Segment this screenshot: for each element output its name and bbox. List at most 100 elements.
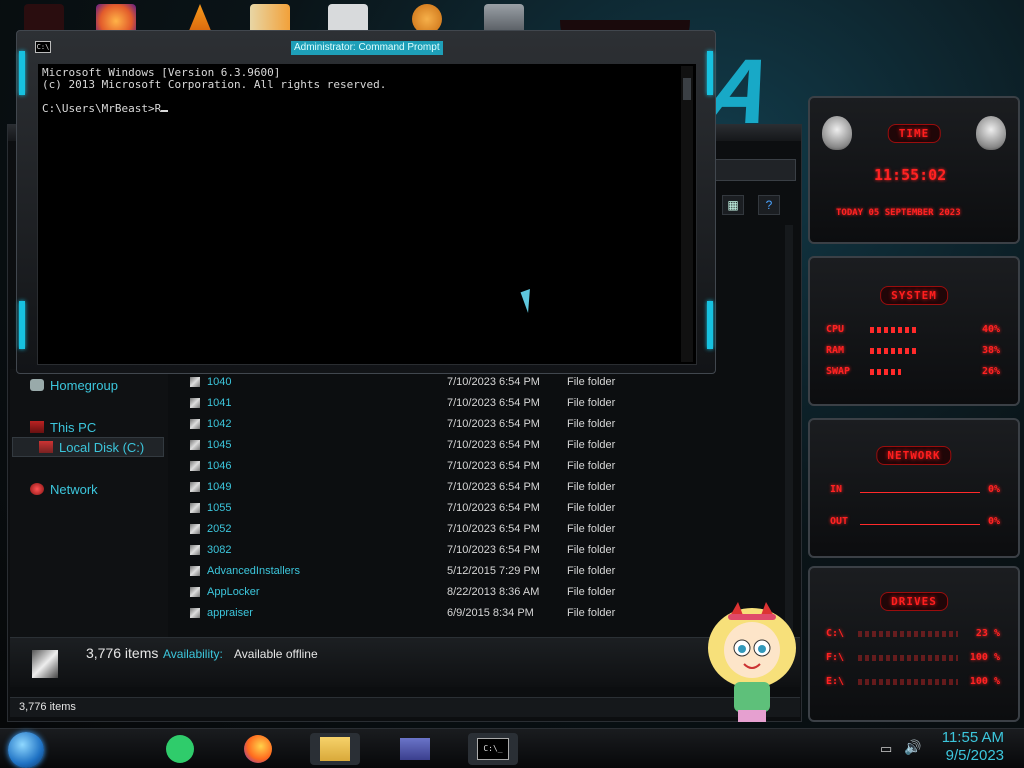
folder-icon xyxy=(190,565,200,576)
file-date: 7/10/2023 6:54 PM xyxy=(447,480,540,493)
nav-local-disk[interactable]: Local Disk (C:) xyxy=(12,437,164,457)
file-row[interactable]: appraiser 6/9/2015 8:34 PM File folder xyxy=(168,602,768,623)
file-row[interactable]: 1055 7/10/2023 6:54 PM File folder xyxy=(168,497,768,518)
frame-glow xyxy=(19,301,25,349)
folder-icon xyxy=(190,397,200,408)
drive-icon xyxy=(39,441,53,453)
drive-usage-bar xyxy=(858,631,958,637)
file-name: 3082 xyxy=(207,543,232,556)
computer-icon xyxy=(30,421,44,433)
file-row[interactable]: 1049 7/10/2023 6:54 PM File folder xyxy=(168,476,768,497)
file-name: 1045 xyxy=(207,438,232,451)
taskbar: C:\_ ▭ 🔊 11:55 AM 9/5/2023 xyxy=(0,728,1024,768)
frame-glow xyxy=(19,51,25,95)
taskbar-firefox[interactable] xyxy=(238,733,278,765)
file-name: 1055 xyxy=(207,501,232,514)
command-prompt-window: C:\ Administrator: Command Prompt Micros… xyxy=(16,30,716,374)
availability-value: Available offline xyxy=(234,647,318,661)
file-name: AppLocker xyxy=(207,585,260,598)
file-type: File folder xyxy=(567,438,616,451)
taskbar-notes-app[interactable] xyxy=(160,733,200,765)
taskbar-control-panel[interactable] xyxy=(390,733,440,765)
file-type: File folder xyxy=(567,522,616,535)
alien-head-icon xyxy=(976,116,1006,150)
file-type: File folder xyxy=(567,396,616,409)
file-name: 1049 xyxy=(207,480,232,493)
file-name: 1040 xyxy=(207,375,232,388)
file-type: File folder xyxy=(567,417,616,430)
file-row[interactable]: AdvancedInstallers 5/12/2015 7:29 PM File … xyxy=(168,560,768,581)
file-name: 1042 xyxy=(207,417,232,430)
scrollbar-thumb[interactable] xyxy=(683,78,691,100)
cmd-icon[interactable]: C:\ xyxy=(35,41,51,53)
time-clock: 11:55:02 xyxy=(874,166,947,184)
file-name: 1041 xyxy=(207,396,232,409)
view-pane-icon[interactable]: ▦ xyxy=(722,195,744,215)
homegroup-icon xyxy=(30,379,44,391)
file-date: 8/22/2013 8:36 AM xyxy=(447,585,540,598)
file-date: 7/10/2023 6:54 PM xyxy=(447,501,540,514)
time-gadget: TIME 11:55:02 TODAY 05 SEPTEMBER 2023 xyxy=(808,96,1020,244)
text-cursor xyxy=(161,110,169,112)
cmd-taskbar-icon: C:\_ xyxy=(477,738,509,760)
network-title: NETWORK xyxy=(876,446,952,465)
status-bar: 3,776 items xyxy=(10,697,800,717)
frame-glow xyxy=(707,301,713,349)
search-box[interactable] xyxy=(708,159,796,181)
taskbar-file-explorer[interactable] xyxy=(310,733,360,765)
start-button[interactable] xyxy=(8,732,44,768)
item-count: 3,776 items xyxy=(86,645,159,661)
network-out-label: OUT xyxy=(830,516,849,527)
file-type: File folder xyxy=(567,375,616,388)
drives-gadget: DRIVES C:\ 23 % F:\ 100 % E:\ 100 % xyxy=(808,566,1020,722)
folder-icon xyxy=(190,460,200,471)
console-scrollbar[interactable] xyxy=(681,66,693,362)
explorer-scrollbar[interactable] xyxy=(785,225,793,645)
folder-icon xyxy=(190,502,200,513)
volume-icon[interactable]: 🔊 xyxy=(904,739,921,756)
mouse-cursor-icon xyxy=(520,288,538,314)
file-row[interactable]: AppLocker 8/22/2013 8:36 AM File folder xyxy=(168,581,768,602)
file-row[interactable]: 3082 7/10/2023 6:54 PM File folder xyxy=(168,539,768,560)
nav-homegroup[interactable]: Homegroup xyxy=(30,375,118,395)
folder-icon xyxy=(190,544,200,555)
file-row[interactable]: 2052 7/10/2023 6:54 PM File folder xyxy=(168,518,768,539)
drive-label: E:\ xyxy=(826,676,845,687)
file-name: 1046 xyxy=(207,459,232,472)
firefox-icon xyxy=(244,735,272,763)
file-date: 7/10/2023 6:54 PM xyxy=(447,396,540,409)
drive-usage-bar xyxy=(858,655,958,661)
nav-this-pc[interactable]: This PC xyxy=(30,417,96,437)
time-date: TODAY 05 SEPTEMBER 2023 xyxy=(836,208,961,218)
taskbar-command-prompt[interactable]: C:\_ xyxy=(468,733,518,765)
file-row[interactable]: 1045 7/10/2023 6:54 PM File folder xyxy=(168,434,768,455)
notes-app-icon xyxy=(166,735,194,763)
drive-value: 100 % xyxy=(969,652,1000,663)
file-row[interactable]: 1040 7/10/2023 6:54 PM File folder xyxy=(168,371,768,392)
network-in-value: 0% xyxy=(987,484,1000,495)
system-value: 38% xyxy=(981,345,1000,356)
folder-thumbnail-icon xyxy=(32,650,58,678)
folder-icon xyxy=(190,376,200,387)
nav-network[interactable]: Network xyxy=(30,479,98,499)
file-row[interactable]: 1042 7/10/2023 6:54 PM File folder xyxy=(168,413,768,434)
system-gadget: SYSTEM CPU 40% RAM 38% SWAP 26% xyxy=(808,256,1020,406)
file-row[interactable]: 1046 7/10/2023 6:54 PM File folder xyxy=(168,455,768,476)
clock-date: 9/5/2023 xyxy=(945,747,1004,764)
folder-icon xyxy=(190,481,200,492)
file-row[interactable]: 1041 7/10/2023 6:54 PM File folder xyxy=(168,392,768,413)
file-date: 5/12/2015 7:29 PM xyxy=(447,564,540,577)
system-usage-bar xyxy=(870,348,916,354)
taskbar-clock[interactable]: 11:55 AM 9/5/2023 xyxy=(942,729,1004,765)
console-output[interactable]: Microsoft Windows [Version 6.3.9600] (c)… xyxy=(37,63,697,365)
time-title: TIME xyxy=(887,124,941,143)
folder-icon xyxy=(190,607,200,618)
folder-icon xyxy=(190,418,200,429)
network-out-value: 0% xyxy=(987,516,1000,527)
file-date: 7/10/2023 6:54 PM xyxy=(447,375,540,388)
network-tray-icon[interactable]: ▭ xyxy=(880,741,892,757)
help-icon[interactable]: ? xyxy=(758,195,780,215)
network-in-graph xyxy=(860,492,980,493)
system-label: CPU xyxy=(826,324,845,335)
prompt-text: C:\Users\MrBeast>R xyxy=(42,102,162,115)
